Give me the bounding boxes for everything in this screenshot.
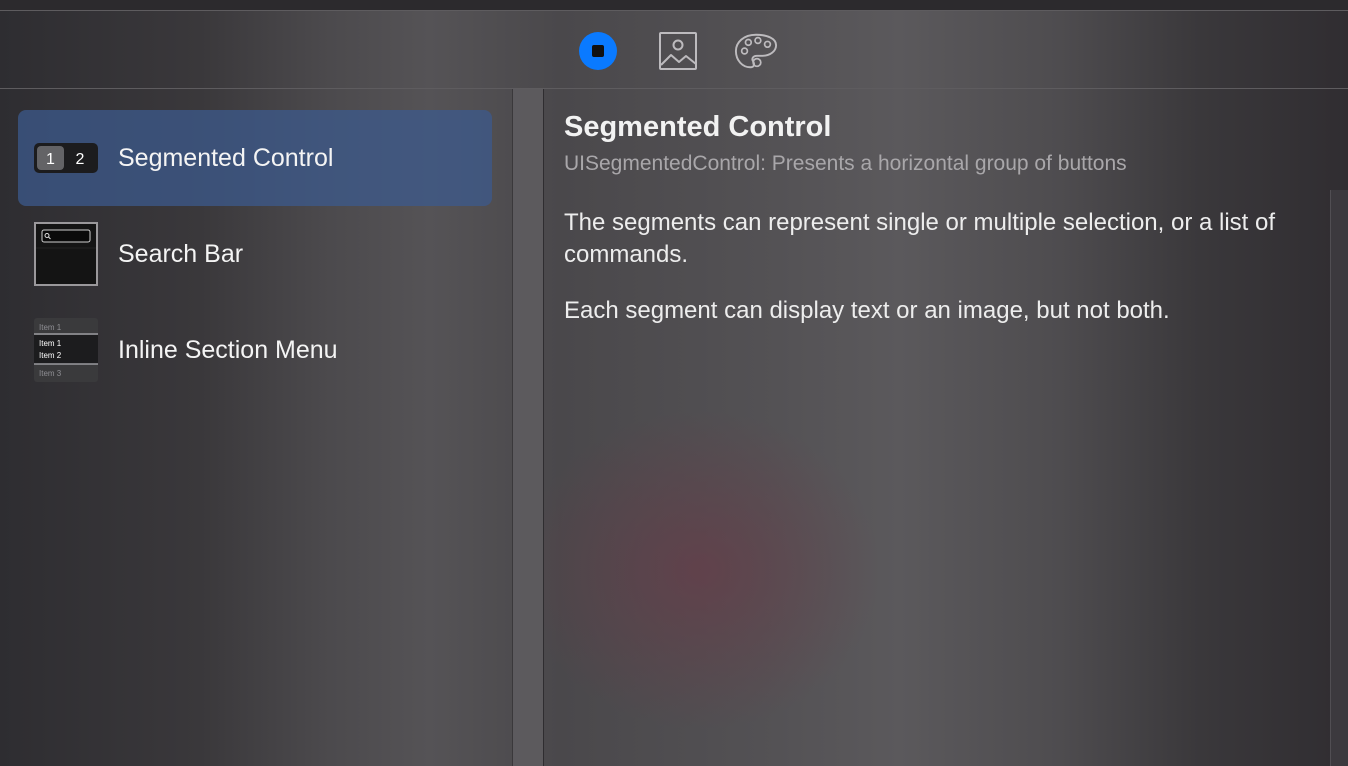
description-paragraph: The segments can represent single or mul… (564, 209, 1276, 268)
scrollbar[interactable] (1330, 190, 1348, 766)
page-title: Segmented Control (564, 111, 832, 143)
colors-tab-button[interactable] (734, 29, 778, 73)
thumb-item-1-selected: Item 1 (39, 339, 62, 348)
sidebar-item-segmented-control[interactable]: 1 2 Segmented Control (18, 110, 492, 206)
thumb-item-3: Item 3 (39, 369, 62, 378)
detail-pane: Segmented Control UISegmentedControl: Pr… (564, 89, 1324, 766)
search-bar-thumbnail (34, 222, 98, 286)
title-bar (0, 0, 1348, 11)
sidebar: 1 2 Segmented Control Search Bar Item 1 … (0, 89, 512, 766)
sidebar-item-label: Search Bar (118, 240, 244, 268)
sidebar-item-label: Inline Section Menu (118, 336, 338, 364)
inline-section-menu-thumbnail: Item 1 Item 1 Item 2 Item 3 (34, 318, 98, 382)
stop-circle-icon (579, 32, 617, 70)
images-tab-button[interactable] (656, 29, 700, 73)
thumb-segment-1: 1 (46, 151, 55, 168)
sidebar-item-inline-section-menu[interactable]: Item 1 Item 1 Item 2 Item 3 Inline Secti… (18, 302, 492, 398)
photo-icon (659, 32, 697, 70)
thumb-item-1: Item 1 (39, 323, 62, 332)
sidebar-item-label: Segmented Control (118, 144, 334, 172)
segmented-control-thumbnail: 1 2 (34, 126, 98, 190)
split-view-divider[interactable] (512, 89, 544, 766)
page-subtitle: UISegmentedControl: Presents a horizonta… (564, 152, 1127, 175)
description-paragraph: Each segment can display text or an imag… (564, 297, 1170, 324)
palette-icon (734, 33, 778, 69)
thumb-item-2: Item 2 (39, 351, 62, 360)
toolbar (0, 11, 1348, 89)
thumb-segment-2: 2 (76, 151, 85, 168)
controls-tab-button[interactable] (576, 29, 620, 73)
sidebar-item-search-bar[interactable]: Search Bar (18, 206, 492, 302)
app-window: 1 2 Segmented Control Search Bar Item 1 … (0, 0, 1348, 766)
